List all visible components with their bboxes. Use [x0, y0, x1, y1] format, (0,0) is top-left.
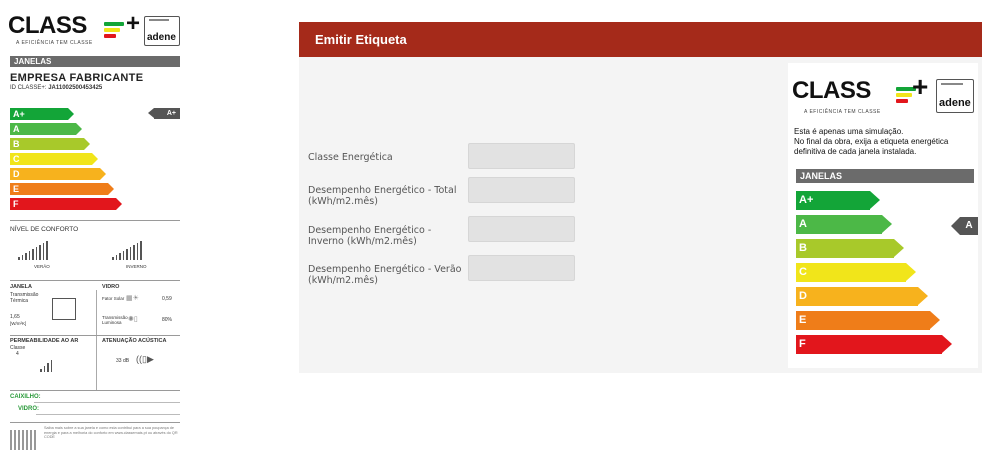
divider — [10, 280, 180, 281]
light-transmission-label: Transmissão Luminosa — [102, 315, 128, 325]
energy-class-arrow: E — [796, 311, 940, 330]
energy-class-arrow: D — [10, 168, 106, 180]
energy-class-letter: A+ — [799, 194, 814, 206]
solar-factor-value: 0,59 — [162, 296, 172, 302]
glass-label: VIDRO: — [18, 406, 39, 412]
energy-class-arrow: C — [796, 263, 916, 282]
energy-class-letter: B — [13, 139, 20, 149]
logo-plus: + — [126, 10, 141, 37]
footer-text: Saiba mais sobre a sua janela e como est… — [44, 426, 178, 439]
air-permeability-bars-icon — [40, 358, 52, 372]
divider — [10, 220, 180, 221]
energy-class-letter: D — [13, 169, 20, 179]
energy-class-arrow: A+ — [796, 191, 880, 210]
comfort-title: NÍVEL DE CONFORTO — [10, 226, 79, 233]
simulation-note-line: No final da obra, exija a etiqueta energ… — [794, 137, 949, 146]
energy-class-letter: A — [799, 218, 807, 230]
label-code-prefix: ID CLASSE+: — [10, 85, 47, 91]
divider-vertical — [96, 290, 97, 390]
sim-adene-text: adene — [939, 97, 971, 109]
summer-comfort-bars-icon — [18, 240, 48, 260]
divider — [10, 335, 180, 336]
glass-line — [36, 414, 180, 415]
energy-class-arrow: D — [796, 287, 928, 306]
simulation-note-line: definitiva de cada janela instalada. — [794, 147, 917, 156]
simulation-note: Esta é apenas uma simulação. No final da… — [794, 127, 976, 157]
label-code-value: JA110025004534​25 — [48, 85, 103, 91]
adene-logo: adene — [144, 16, 180, 46]
sim-logo-plus: + — [912, 71, 929, 102]
energy-class-letter: A — [13, 124, 20, 134]
frame-label: CAIXILHO: — [10, 394, 41, 400]
energy-class-arrow: A+ — [10, 108, 74, 120]
light-icon: ✺▯ — [128, 316, 138, 323]
simulation-note-line: Esta é apenas uma simulação. — [794, 127, 904, 136]
energy-class-arrow: A — [796, 215, 892, 234]
sim-logo-tagline: A EFICIÊNCIA TEM CLASSE — [804, 109, 881, 115]
winter-performance-input[interactable] — [468, 216, 575, 242]
energy-class-arrow: B — [10, 138, 90, 150]
winter-label: INVERNO — [126, 264, 147, 269]
energy-class-letter: C — [799, 266, 807, 278]
energy-class-arrow: A — [10, 123, 82, 135]
window-transmission-label: Transmissão Térmica — [10, 292, 39, 304]
classe-plus-logo: CLASS + A EFICIÊNCIA TEM CLASSE adene — [8, 10, 180, 50]
summer-performance-label: Desempenho Energético - Verão (kWh/m2.mê… — [308, 264, 462, 286]
total-performance-label: Desempenho Energético - Total (kWh/m2.mê… — [308, 185, 457, 207]
glass-title: VIDRO — [102, 284, 120, 290]
label-category-bar: JANELAS — [10, 56, 180, 67]
logo-tagline: A EFICIÊNCIA TEM CLASSE — [16, 40, 93, 46]
divider — [10, 390, 180, 391]
logo-bars-icon — [104, 22, 124, 38]
light-transmission-value: 80% — [162, 317, 173, 323]
printed-energy-label: CLASS + A EFICIÊNCIA TEM CLASSE adene JA… — [4, 8, 184, 450]
solar-factor-label: Fator Solar — [102, 296, 125, 301]
summer-performance-input[interactable] — [468, 255, 575, 281]
energy-class-letter: F — [799, 338, 806, 350]
winter-performance-label: Desempenho Energético - Inverno (kWh/m2.… — [308, 225, 432, 247]
energy-class-letter: A+ — [13, 109, 25, 119]
label-manufacturer: EMPRESA FABRICANTE — [10, 72, 144, 84]
logo-word: CLASS — [8, 12, 87, 39]
energy-class-label: Classe Energética — [308, 152, 393, 163]
panel-header: Emitir Etiqueta — [299, 22, 982, 57]
energy-class-letter: E — [13, 184, 20, 194]
energy-class-arrow: F — [10, 198, 122, 210]
energy-class-arrow: C — [10, 153, 98, 165]
energy-class-input[interactable] — [468, 143, 575, 169]
winter-comfort-bars-icon — [112, 240, 142, 260]
divider — [10, 422, 180, 423]
total-performance-input[interactable] — [468, 177, 575, 203]
qr-code — [10, 430, 38, 450]
energy-class-letter: F — [13, 199, 19, 209]
air-class-value: 4 — [16, 351, 19, 357]
adene-text: adene — [147, 32, 176, 43]
energy-class-letter: E — [799, 314, 807, 326]
window-u-value: 1,65 — [10, 314, 20, 320]
sim-current-class-marker: A — [951, 217, 978, 235]
summer-label: VERÃO — [34, 264, 50, 269]
air-permeability-title: PERMEABILIDADE AO AR — [10, 338, 79, 344]
acoustic-title: ATENUAÇÃO ACÚSTICA — [102, 338, 167, 344]
sim-logo-word: CLASS — [792, 77, 871, 104]
acoustic-value: 33 dB — [116, 358, 130, 364]
frame-line — [34, 402, 180, 403]
panel-title: Emitir Etiqueta — [315, 32, 407, 47]
energy-class-letter: C — [13, 154, 20, 164]
simulated-energy-label: CLASS + A EFICIÊNCIA TEM CLASSE adene Es… — [788, 63, 978, 368]
energy-class-letter: D — [799, 290, 807, 302]
window-unit: [W/m²K] — [10, 321, 27, 326]
energy-class-arrow: B — [796, 239, 904, 258]
speaker-icon: ((▯▶ — [136, 354, 154, 364]
window-title: JANELA — [10, 284, 33, 290]
energy-class-letter: B — [799, 242, 807, 254]
label-code: ID CLASSE+: JA110025004534​25 — [10, 85, 102, 91]
window-frame-icon — [52, 298, 76, 320]
sim-adene-logo: adene — [936, 79, 974, 113]
energy-class-arrow: F — [796, 335, 952, 354]
energy-class-arrow: E — [10, 183, 114, 195]
sun-icon: ▦☀ — [126, 295, 139, 302]
sim-category-bar: JANELAS — [796, 169, 974, 183]
label-current-class-marker: A+ — [148, 108, 180, 119]
